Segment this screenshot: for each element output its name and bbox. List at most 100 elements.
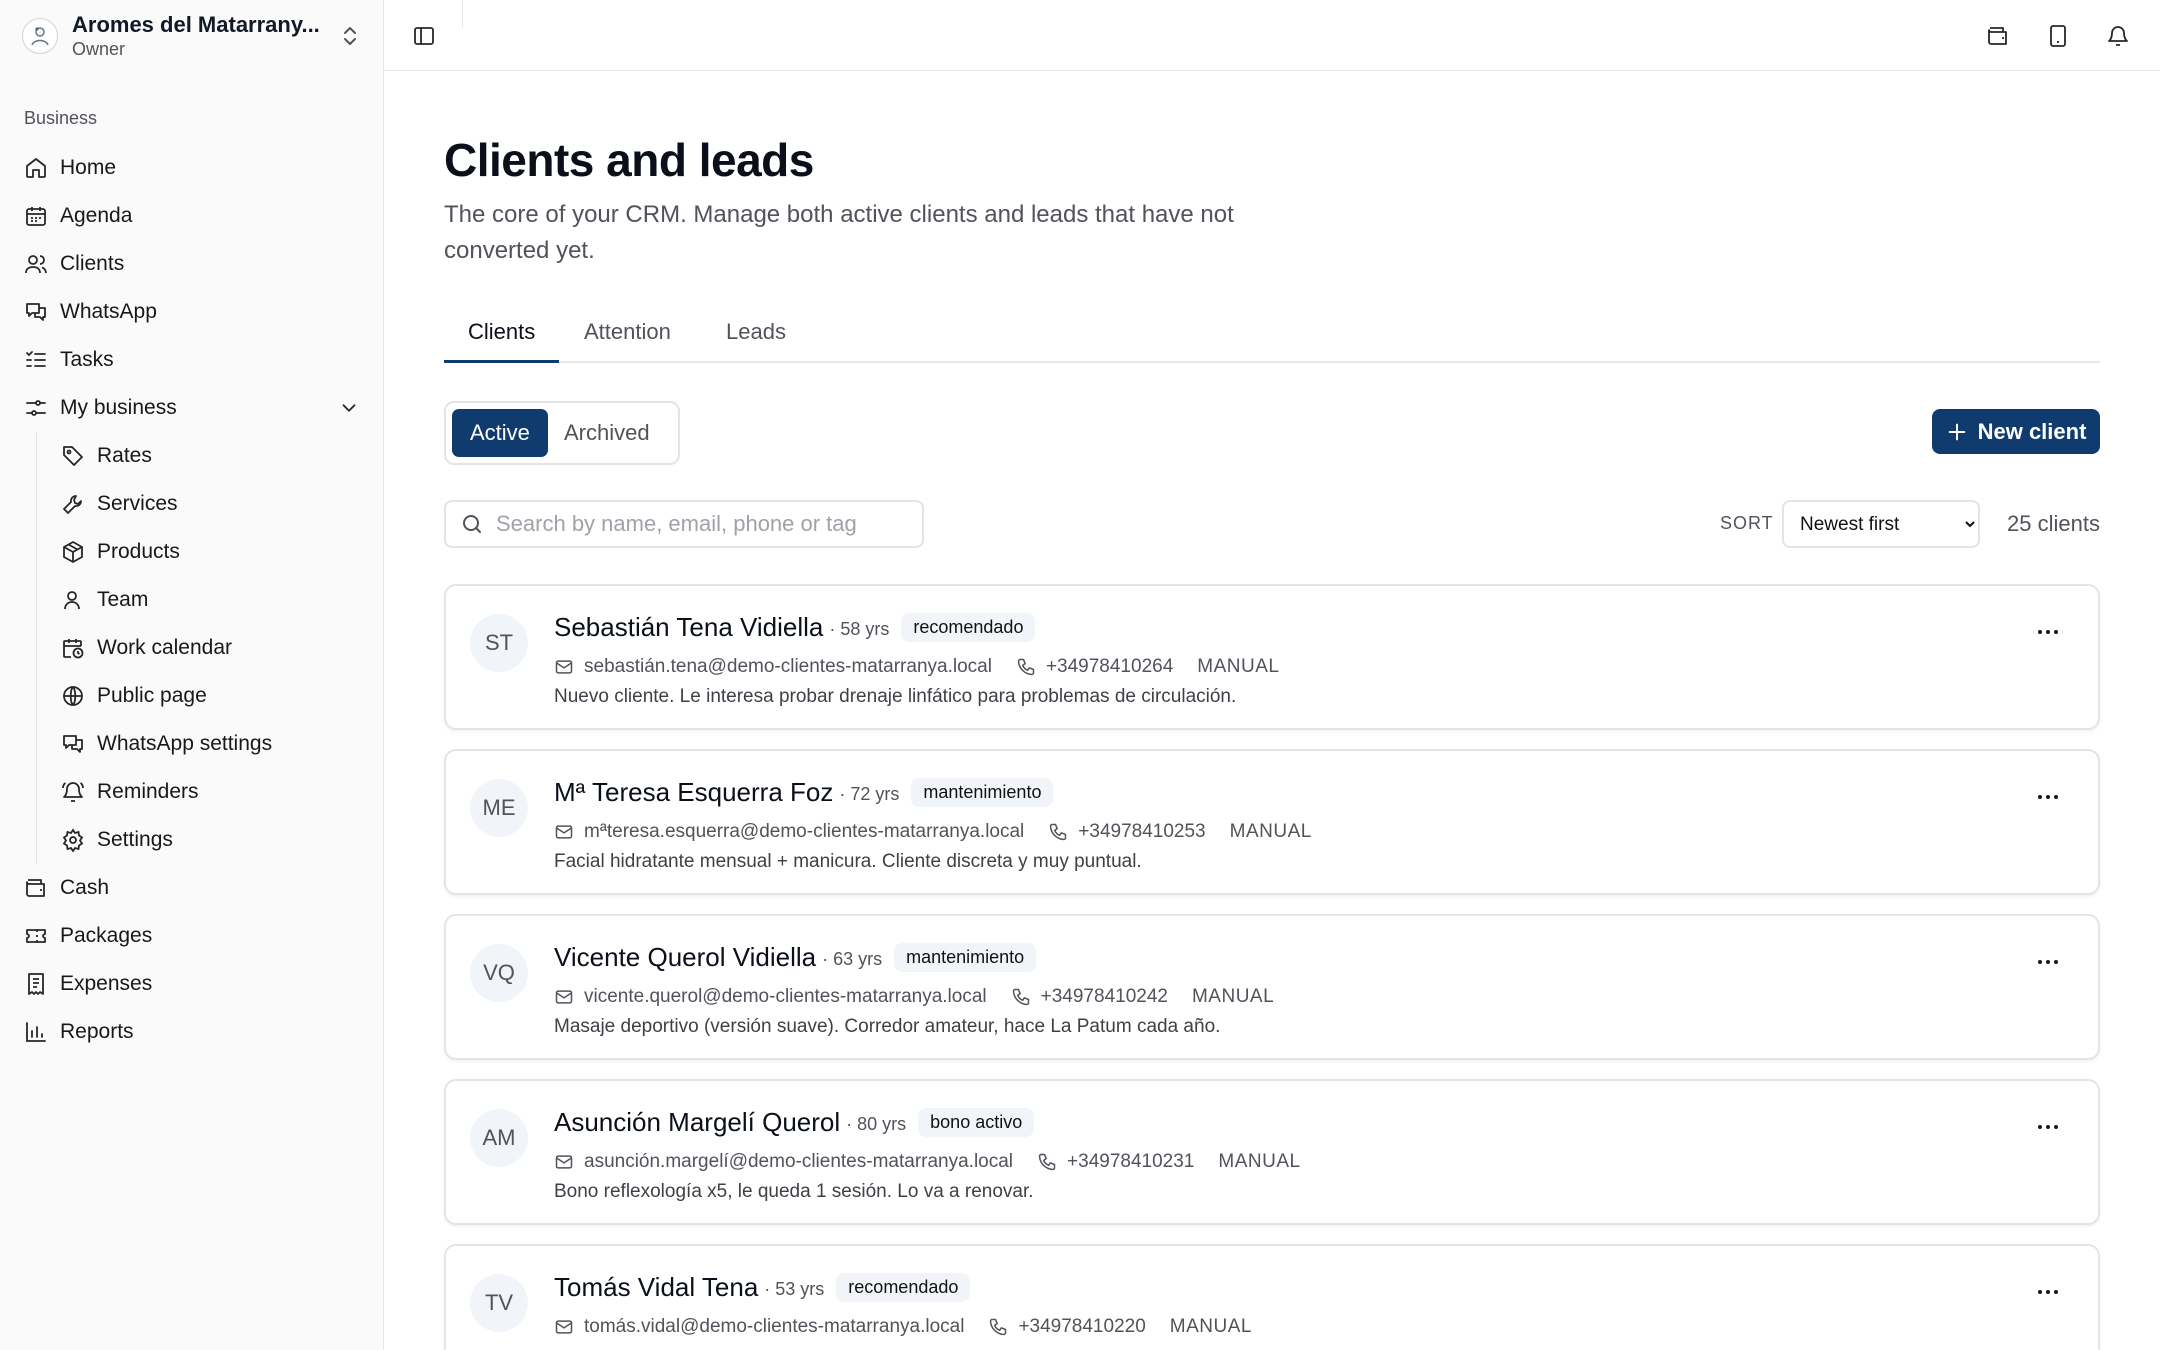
sidebar-item-label: Agenda — [60, 204, 133, 227]
calendar-icon — [26, 207, 46, 226]
client-source: MANUAL — [1229, 821, 1312, 842]
mail-icon — [555, 1155, 573, 1169]
tab-attention[interactable]: Attention — [560, 305, 695, 363]
chevron-down-icon[interactable] — [338, 397, 360, 419]
users-icon — [25, 255, 47, 274]
more-options-icon[interactable] — [2034, 785, 2062, 809]
home-icon — [26, 158, 46, 178]
sidebar-item-label: Reports — [60, 1020, 134, 1043]
client-phone: +34978410253 — [1078, 821, 1206, 842]
client-tag: recomendado — [901, 613, 1036, 642]
new-client-button[interactable]: New client — [1932, 409, 2100, 454]
tab-clients[interactable]: Clients — [444, 305, 560, 363]
sidebar-item-settings[interactable]: Settings — [0, 816, 384, 864]
more-options-icon[interactable] — [2034, 950, 2062, 974]
more-options-icon[interactable] — [2034, 1115, 2062, 1139]
filter-archived-button[interactable]: Archived — [546, 409, 668, 457]
sidebar-item-tasks[interactable]: Tasks — [0, 336, 384, 384]
sidebar-item-whatsapp-settings[interactable]: WhatsApp settings — [0, 720, 384, 768]
client-card[interactable]: ST Sebastián Tena Vidiella · 58 yrs reco… — [444, 584, 2100, 730]
sidebar-item-products[interactable]: Products — [0, 528, 384, 576]
phone-icon — [1038, 1153, 1056, 1171]
tag-icon — [63, 446, 83, 466]
client-name: Mª Teresa Esquerra Foz — [554, 777, 834, 807]
sidebar-item-public-page[interactable]: Public page — [0, 672, 384, 720]
bell-icon — [2108, 26, 2128, 46]
sidebar: Aromes del Matarrany... Owner Business H… — [0, 0, 384, 1350]
search-input[interactable] — [496, 511, 896, 537]
sidebar-item-whatsapp[interactable]: WhatsApp — [0, 288, 384, 336]
mail-icon — [555, 825, 573, 839]
sidebar-item-clients[interactable]: Clients — [0, 240, 384, 288]
client-age: · 80 yrs — [846, 1114, 907, 1134]
top-bar-divider — [462, 0, 463, 28]
org-switcher[interactable]: Aromes del Matarrany... Owner — [22, 12, 362, 59]
client-note: Bono reflexología x5, le queda 1 sesión.… — [554, 1181, 1034, 1202]
client-email: sebastián.tena@demo-clientes-matarranya.… — [584, 656, 992, 677]
mail-icon — [555, 1320, 573, 1334]
page-title: Clients and leads — [444, 134, 814, 186]
client-phone: +34978410242 — [1040, 986, 1168, 1007]
client-note: Masaje deportivo (versión suave). Corred… — [554, 1016, 1221, 1037]
wrench-icon — [63, 495, 82, 514]
org-role: Owner — [72, 39, 126, 59]
client-age: · 63 yrs — [822, 949, 883, 969]
sidebar-item-services[interactable]: Services — [0, 480, 384, 528]
globe-icon — [63, 686, 83, 706]
notifications-button[interactable] — [2102, 20, 2134, 52]
sidebar-item-label: My business — [60, 396, 177, 419]
sidebar-item-label: Cash — [60, 876, 110, 899]
sort-label: SORT — [1720, 513, 1774, 533]
sidebar-item-expenses[interactable]: Expenses — [0, 960, 384, 1008]
client-card[interactable]: AM Asunción Margelí Querol · 80 yrs bono… — [444, 1079, 2100, 1225]
client-note: Facial hidratante mensual + manicura. Cl… — [554, 851, 1142, 872]
sidebar-item-label: Services — [97, 492, 178, 515]
more-options-icon[interactable] — [2034, 1280, 2062, 1304]
tab-bar: Clients Attention Leads — [444, 305, 2100, 363]
phone-icon — [1050, 823, 1067, 841]
sidebar-item-label: WhatsApp — [60, 300, 157, 323]
sidebar-item-reminders[interactable]: Reminders — [0, 768, 384, 816]
client-email: vicente.querol@demo-clientes-matarranya.… — [584, 986, 987, 1007]
sidebar-item-agenda[interactable]: Agenda — [0, 192, 384, 240]
client-age: · 72 yrs — [839, 784, 900, 804]
sidebar-item-rates[interactable]: Rates — [0, 432, 384, 480]
sidebar-item-work-calendar[interactable]: Work calendar — [0, 624, 384, 672]
sidebar-item-home[interactable]: Home — [0, 144, 384, 192]
sidebar-item-packages[interactable]: Packages — [0, 912, 384, 960]
tablet-button[interactable] — [2042, 20, 2074, 52]
phone-icon — [1012, 988, 1029, 1006]
sidebar-item-cash[interactable]: Cash — [0, 864, 384, 912]
avatar: VQ — [470, 944, 528, 1002]
receipt-icon — [28, 973, 44, 995]
sidebar-item-label: Rates — [97, 444, 152, 467]
sidebar-item-reports[interactable]: Reports — [0, 1008, 384, 1056]
wallet-button[interactable] — [1982, 20, 2014, 52]
more-options-icon[interactable] — [2034, 620, 2062, 644]
filter-active-button[interactable]: Active — [452, 409, 548, 457]
sort-select[interactable]: Newest first — [1782, 500, 1980, 548]
client-age: · 58 yrs — [829, 619, 890, 639]
search-box — [444, 500, 924, 548]
sidebar-item-label: Team — [97, 588, 149, 611]
sidebar-item-my-business[interactable]: My business — [0, 384, 384, 432]
client-card[interactable]: ME Mª Teresa Esquerra Foz · 72 yrs mante… — [444, 749, 2100, 895]
avatar: TV — [470, 1274, 528, 1332]
org-logo — [22, 18, 58, 54]
user-icon — [64, 591, 80, 610]
client-tag: mantenimiento — [894, 943, 1037, 972]
sidebar-item-label: Tasks — [60, 348, 114, 371]
tab-leads[interactable]: Leads — [702, 305, 810, 363]
sidebar-item-team[interactable]: Team — [0, 576, 384, 624]
client-card[interactable]: TV Tomás Vidal Tena · 53 yrs recomendado… — [444, 1244, 2100, 1350]
client-source: MANUAL — [1197, 656, 1280, 677]
client-source: MANUAL — [1191, 986, 1275, 1007]
sidebar-item-label: Work calendar — [97, 636, 233, 659]
mail-icon — [555, 660, 573, 674]
sidebar-item-label: Products — [97, 540, 180, 563]
client-card[interactable]: VQ Vicente Querol Vidiella · 63 yrs mant… — [444, 914, 2100, 1060]
client-age: · 53 yrs — [764, 1279, 825, 1299]
calendar-clock-icon — [63, 639, 84, 659]
status-filter: Active Archived — [444, 401, 680, 465]
toggle-sidebar-button[interactable] — [408, 20, 440, 52]
